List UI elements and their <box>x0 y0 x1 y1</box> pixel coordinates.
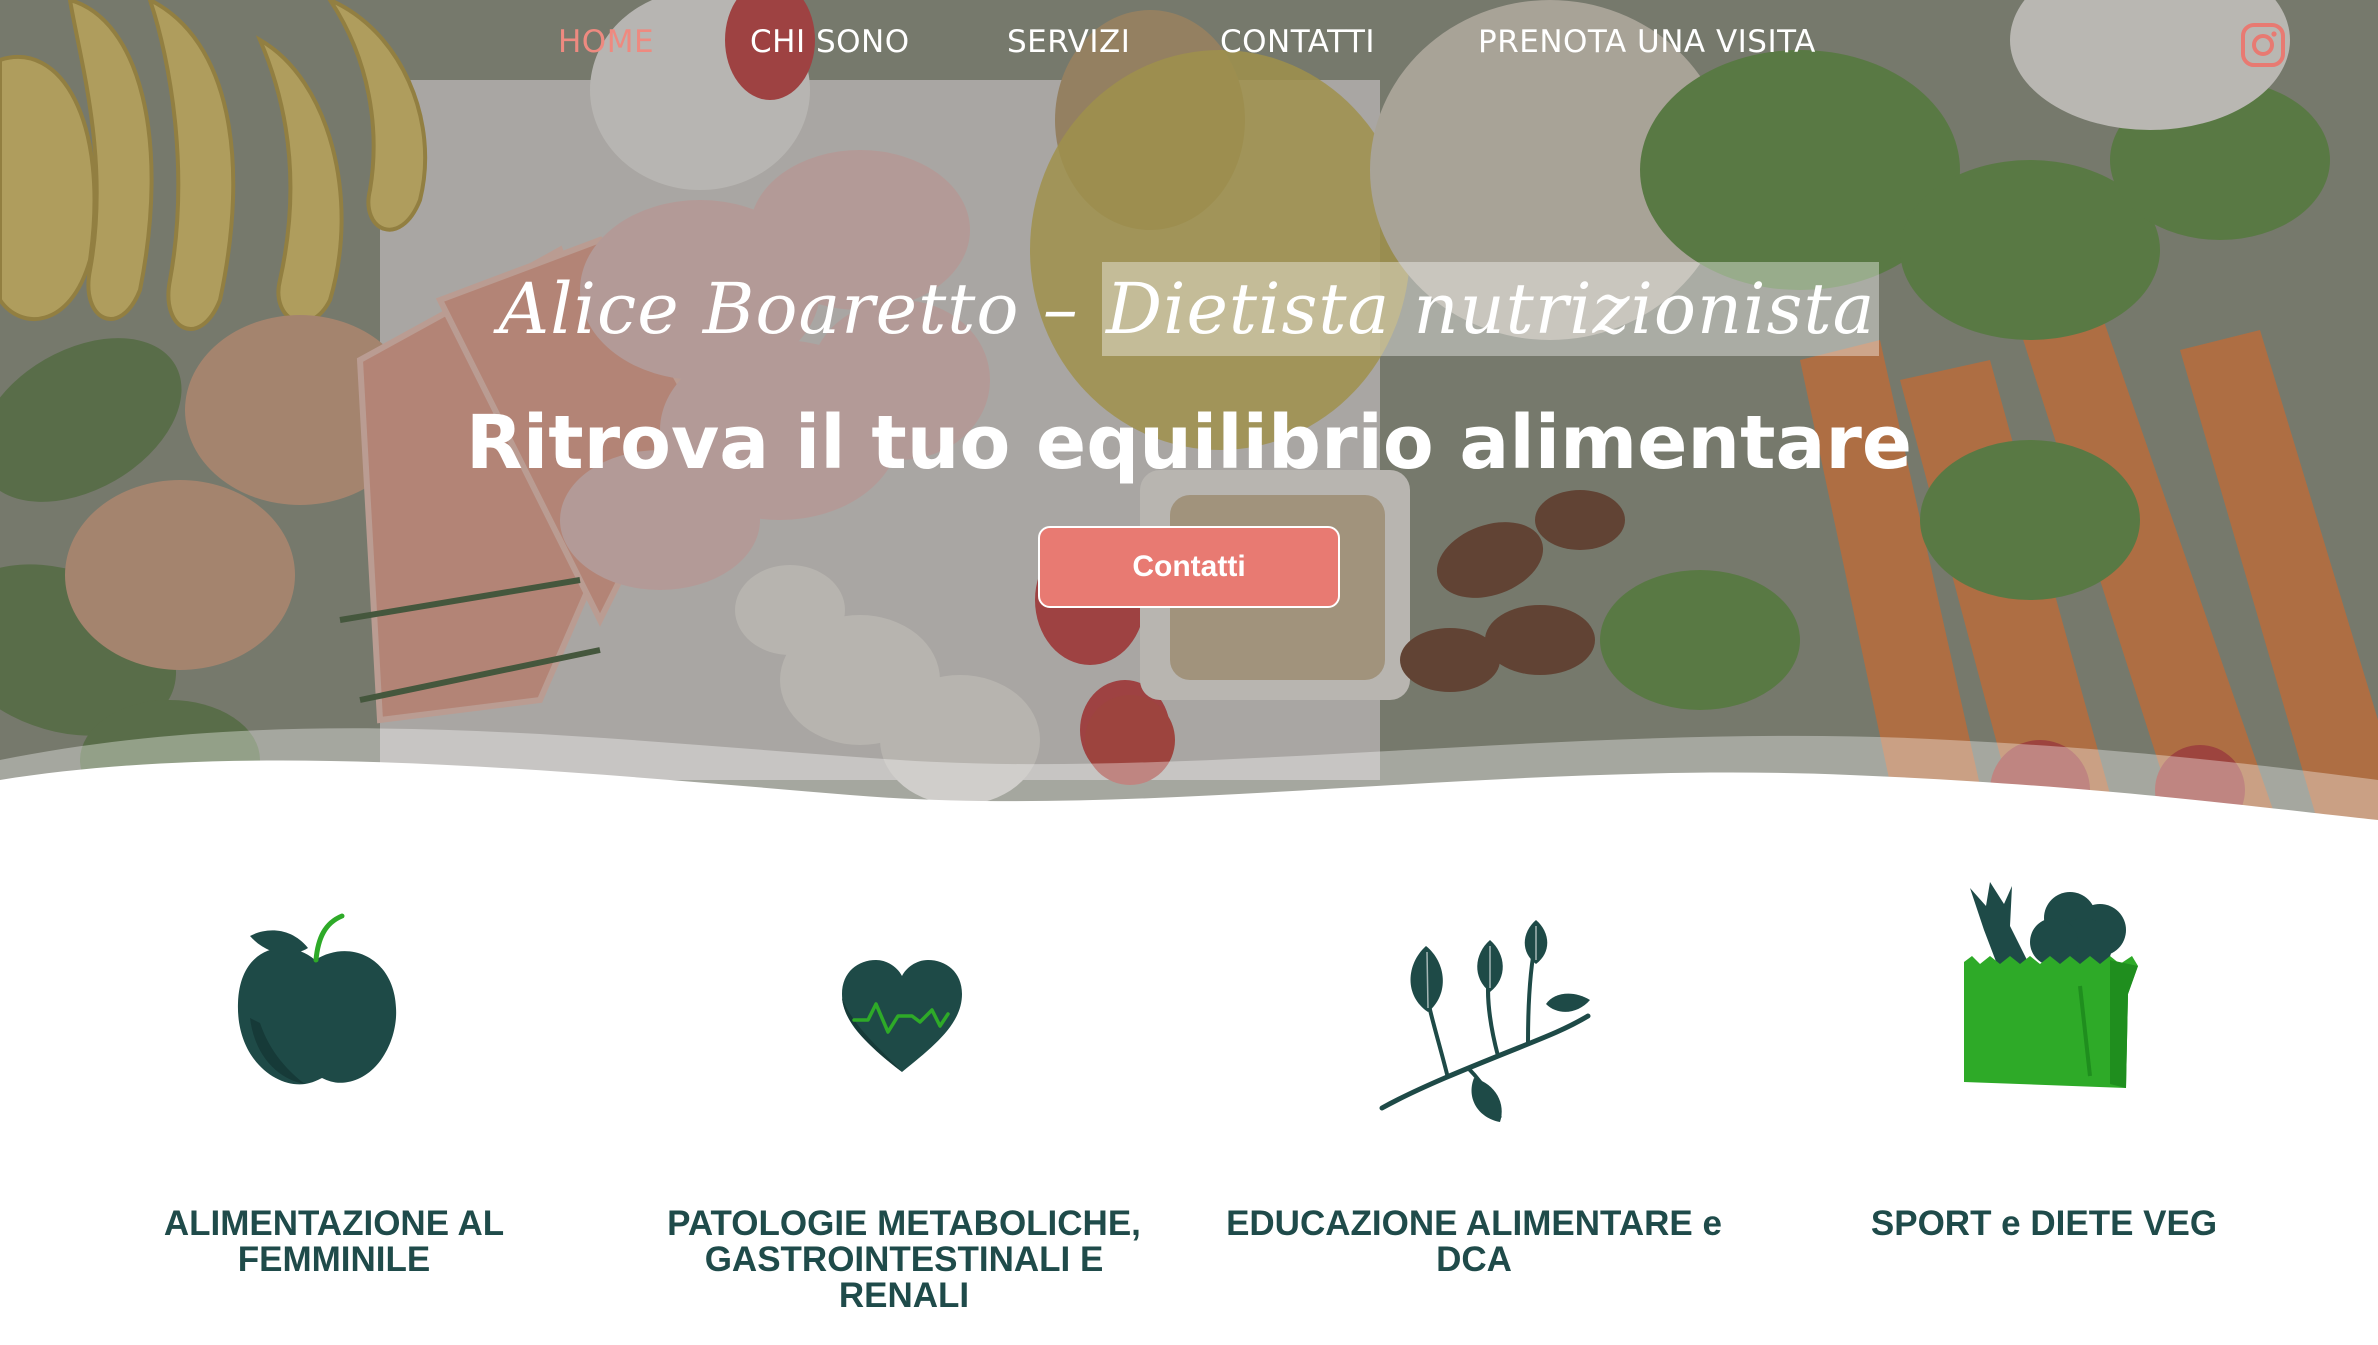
grocery-bag-icon <box>1964 882 2138 1088</box>
main-navigation: HOME CHI SONO SERVIZI CONTATTI PRENOTA U… <box>0 0 2378 92</box>
service-title-sport-diete-veg: SPORT e DIETE VEG <box>1870 1204 2218 1243</box>
service-title-alimentazione-femminile: ALIMENTAZIONE AL FEMMINILE <box>163 1204 505 1279</box>
nav-servizi[interactable]: SERVIZI <box>1007 24 1130 68</box>
nav-contatti[interactable]: CONTATTI <box>1220 24 1375 68</box>
contatti-button[interactable]: Contatti <box>1038 526 1340 608</box>
hero-wave-divider <box>0 728 2378 830</box>
nav-prenota-visita[interactable]: PRENOTA UNA VISITA <box>1478 24 1816 68</box>
hero-section: HOME CHI SONO SERVIZI CONTATTI PRENOTA U… <box>0 0 2378 830</box>
instagram-icon[interactable] <box>2240 22 2286 68</box>
heart-pulse-icon <box>842 960 962 1072</box>
hero-subtitle-role: Dietista nutrizionista <box>1102 262 1880 356</box>
hero-subtitle-name: Alice Boaretto – <box>498 268 1102 350</box>
service-title-educazione-alimentare: EDUCAZIONE ALIMENTARE e DCA <box>1226 1204 1722 1279</box>
service-title-patologie: PATOLOGIE METABOLICHE, GASTROINTESTINALI… <box>667 1204 1141 1315</box>
leaf-branch-icon <box>1379 920 1591 1122</box>
hero-title: Ritrova il tuo equilibrio alimentare <box>465 400 1913 486</box>
nav-chi-sono[interactable]: CHI SONO <box>750 24 910 68</box>
nav-home[interactable]: HOME <box>558 24 654 68</box>
hero-subtitle: Alice Boaretto – Dietista nutrizionista <box>0 262 2378 356</box>
apple-icon <box>237 913 397 1085</box>
